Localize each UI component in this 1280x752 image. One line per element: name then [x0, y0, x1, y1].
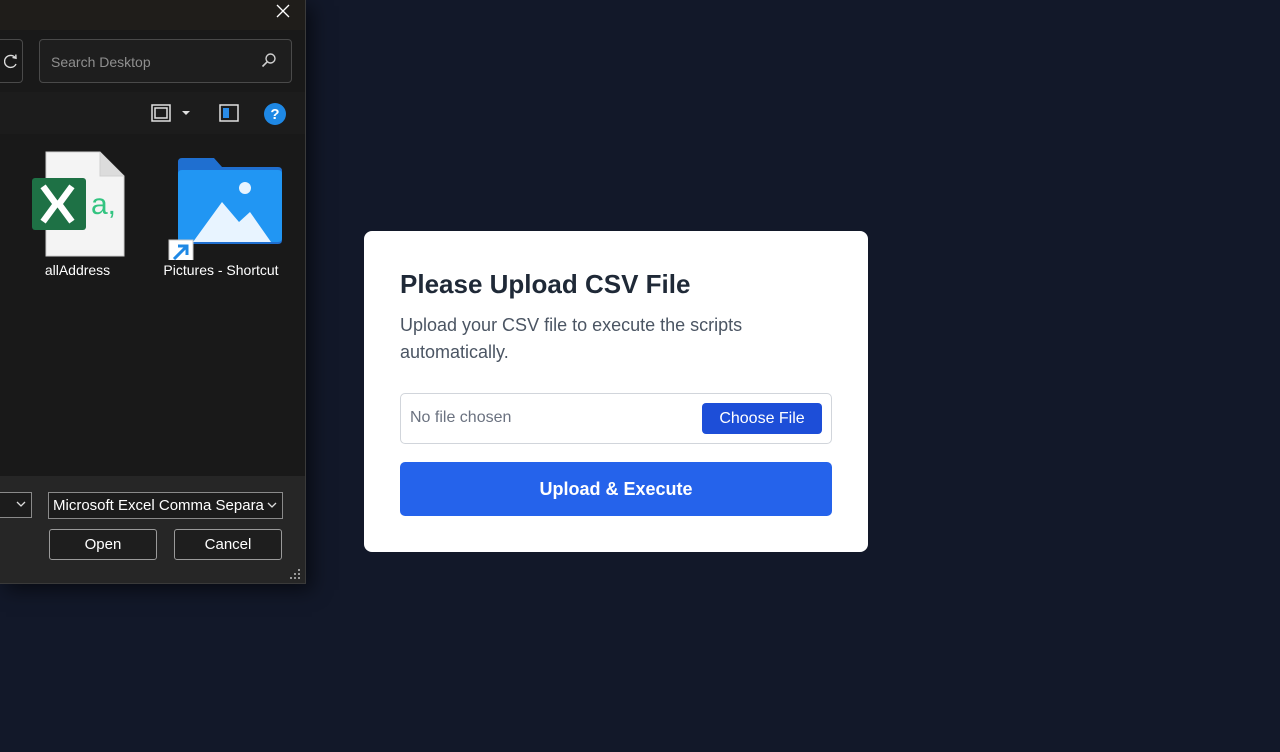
page-title: Please Upload CSV File — [400, 269, 691, 299]
preview-pane-icon[interactable] — [219, 104, 239, 122]
choose-file-button[interactable]: Choose File — [702, 403, 822, 434]
command-bar: ? — [0, 92, 305, 134]
open-button[interactable]: Open — [49, 529, 157, 560]
dialog-titlebar — [0, 0, 305, 30]
file-type-value: Microsoft Excel Comma Separa — [53, 497, 264, 514]
address-bar — [0, 30, 305, 92]
chevron-down-icon — [267, 502, 277, 508]
svg-text:a,: a, — [91, 188, 116, 221]
search-field[interactable] — [39, 39, 292, 83]
card-description: Upload your CSV file to execute the scri… — [400, 315, 743, 362]
close-icon[interactable] — [268, 0, 298, 22]
view-mode-icon[interactable] — [151, 104, 171, 122]
refresh-button[interactable] — [0, 39, 23, 83]
chevron-down-icon[interactable] — [181, 104, 191, 122]
file-status-text: No file chosen — [410, 409, 512, 426]
file-type-select[interactable]: Microsoft Excel Comma Separa — [48, 492, 283, 519]
search-icon[interactable] — [261, 52, 277, 68]
pictures-folder-shortcut-icon — [168, 158, 282, 260]
cancel-button[interactable]: Cancel — [174, 529, 282, 560]
resize-grip-icon[interactable] — [290, 569, 302, 581]
upload-card: Please Upload CSV File Upload your CSV f… — [364, 231, 868, 552]
file-name: Pictures - Shortcut — [163, 262, 279, 278]
help-icon[interactable]: ? — [264, 103, 286, 125]
dialog-footer: Microsoft Excel Comma Separa Open Cancel — [0, 476, 305, 583]
refresh-icon — [4, 54, 17, 69]
search-input[interactable] — [49, 51, 243, 73]
file-name: allAddress — [44, 262, 111, 278]
excel-csv-file-icon: a, — [31, 151, 124, 257]
upload-execute-button[interactable]: Upload & Execute — [400, 462, 832, 516]
file-list: a, allAddress Pictures - Shortcut — [0, 134, 305, 476]
file-item-pictures-shortcut[interactable]: Pictures - Shortcut — [150, 150, 292, 280]
file-item-alladdress[interactable]: a, allAddress — [10, 150, 145, 280]
chevron-down-icon — [16, 501, 26, 507]
file-input[interactable]: No file chosen Choose File — [400, 393, 832, 444]
filename-dropdown[interactable] — [0, 492, 32, 518]
file-open-dialog: ? a, allAddress Pictures - Shortcut — [0, 0, 306, 584]
